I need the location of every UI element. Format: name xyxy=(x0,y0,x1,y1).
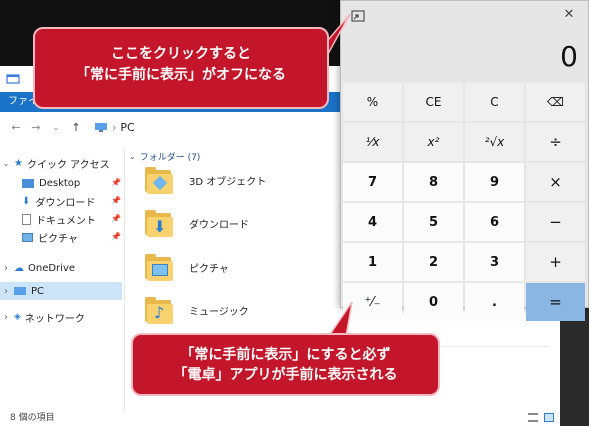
folder-pictures-icon xyxy=(143,251,175,283)
sidebar-item-network[interactable]: › ◈ ネットワーク xyxy=(0,308,85,326)
callout-always-on-top-on: 「常に手前に表示」にすると必ず 「電卓」アプリが手前に表示される xyxy=(131,333,440,396)
multiply-button[interactable]: × xyxy=(526,163,585,201)
negate-button[interactable]: ⁺⁄₋ xyxy=(343,283,402,321)
cloud-icon: ☁ xyxy=(14,262,24,274)
sidebar-item-label: ドキュメント xyxy=(36,215,96,227)
address-text: PC xyxy=(120,120,135,134)
clear-button[interactable]: C xyxy=(465,83,524,121)
sidebar-item-onedrive[interactable]: › ☁ OneDrive xyxy=(0,259,75,277)
sidebar-item-label: ピクチャ xyxy=(38,233,78,245)
picture-icon xyxy=(22,232,33,242)
star-icon: ★ xyxy=(14,157,23,169)
always-on-top-toggle-icon[interactable] xyxy=(351,10,365,22)
folders-group-header[interactable]: ⌄ フォルダー (7) xyxy=(129,150,200,163)
folder-item-pictures[interactable]: ピクチャ xyxy=(143,251,229,283)
details-view-icon[interactable] xyxy=(528,413,538,422)
percent-button[interactable]: % xyxy=(343,83,402,121)
network-icon: ◈ xyxy=(14,312,21,322)
clear-entry-button[interactable]: CE xyxy=(404,83,463,121)
status-bar: 8 個の項目 xyxy=(0,410,560,426)
reciprocal-button[interactable]: ¹⁄x xyxy=(343,123,402,161)
navigation-pane: ⌄ ★ クイック アクセス Desktop 📌 ⬇ ダウンロード 📌 ドキュメン… xyxy=(0,150,124,410)
back-arrow-icon[interactable]: ← xyxy=(8,121,24,134)
folder-item-music[interactable]: ♪ ミュージック xyxy=(143,294,249,326)
digit-6-button[interactable]: 6 xyxy=(465,203,524,241)
chevron-right-icon: › xyxy=(4,262,8,274)
square-button[interactable]: x² xyxy=(404,123,463,161)
pin-icon[interactable]: 📌 xyxy=(111,214,121,223)
sidebar-item-label: Desktop xyxy=(39,177,81,189)
add-button[interactable]: + xyxy=(526,243,585,281)
folder-item-downloads[interactable]: ⬇ ダウンロード xyxy=(143,207,249,239)
chevron-down-icon[interactable]: ⌄ xyxy=(48,123,64,132)
pc-icon xyxy=(95,122,107,132)
sidebar-item-pictures[interactable]: ピクチャ xyxy=(22,228,78,246)
folders-header-label: フォルダー (7) xyxy=(139,153,201,163)
chevron-right-icon: › xyxy=(4,285,8,297)
chevron-down-icon: ⌄ xyxy=(129,152,136,161)
digit-8-button[interactable]: 8 xyxy=(404,163,463,201)
sidebar-item-label: ダウンロード xyxy=(35,197,96,209)
divide-button[interactable]: ÷ xyxy=(526,123,585,161)
address-chevron-icon: › xyxy=(112,120,117,134)
large-icons-view-icon[interactable] xyxy=(544,413,554,422)
sidebar-item-pc[interactable]: › PC xyxy=(0,282,122,300)
calculator-titlebar: ✕ xyxy=(341,1,588,31)
pin-icon[interactable]: 📌 xyxy=(111,178,121,187)
folder-music-icon: ♪ xyxy=(143,294,175,326)
digit-4-button[interactable]: 4 xyxy=(343,203,402,241)
calculator-keypad: % CE C ⌫ ¹⁄x x² ²√x ÷ 7 8 9 × 4 5 6 − 1 … xyxy=(343,83,587,321)
folder-label: ダウンロード xyxy=(189,219,249,231)
digit-3-button[interactable]: 3 xyxy=(465,243,524,281)
status-item-count: 8 個の項目 xyxy=(10,413,55,423)
sidebar-item-label: PC xyxy=(31,285,45,297)
sidebar-item-label: OneDrive xyxy=(28,262,76,274)
chevron-down-icon: ⌄ xyxy=(2,158,10,168)
pin-icon[interactable]: 📌 xyxy=(111,196,121,205)
sidebar-item-downloads[interactable]: ⬇ ダウンロード xyxy=(22,192,95,210)
folder-download-icon: ⬇ xyxy=(143,207,175,239)
pin-icon[interactable]: 📌 xyxy=(111,232,121,241)
folder-label: ミュージック xyxy=(189,306,249,318)
square-root-button[interactable]: ²√x xyxy=(465,123,524,161)
sidebar-item-label: クイック アクセス xyxy=(26,159,110,171)
digit-2-button[interactable]: 2 xyxy=(404,243,463,281)
callout-text: 「電卓」アプリが手前に表示される xyxy=(173,367,398,383)
up-arrow-icon[interactable]: ↑ xyxy=(68,121,84,134)
download-icon: ⬇ xyxy=(22,195,31,207)
backspace-button[interactable]: ⌫ xyxy=(526,83,585,121)
forward-arrow-icon[interactable]: → xyxy=(28,121,44,134)
callout-text: 「常に手前に表示」がオフになる xyxy=(76,67,286,83)
chevron-right-icon: › xyxy=(4,311,8,323)
close-icon[interactable]: ✕ xyxy=(559,7,579,22)
digit-1-button[interactable]: 1 xyxy=(343,243,402,281)
document-icon xyxy=(22,213,31,225)
sidebar-item-documents[interactable]: ドキュメント xyxy=(22,210,96,228)
digit-0-button[interactable]: 0 xyxy=(404,283,463,321)
calculator-window: ✕ 0 % CE C ⌫ ¹⁄x x² ²√x ÷ 7 8 9 × 4 5 6 … xyxy=(340,0,589,321)
digit-5-button[interactable]: 5 xyxy=(404,203,463,241)
sidebar-item-desktop[interactable]: Desktop xyxy=(22,174,80,192)
callout-always-on-top-off: ここをクリックすると 「常に手前に表示」がオフになる xyxy=(33,27,329,109)
address-bar[interactable]: › PC xyxy=(94,121,135,134)
digit-9-button[interactable]: 9 xyxy=(465,163,524,201)
explorer-app-icon xyxy=(6,74,20,84)
sidebar-item-label: ネットワーク xyxy=(24,313,85,325)
pc-icon xyxy=(14,287,26,295)
digit-7-button[interactable]: 7 xyxy=(343,163,402,201)
folder-item-3d-objects[interactable]: 3D オブジェクト xyxy=(143,164,266,196)
equals-button[interactable]: = xyxy=(526,283,585,321)
decimal-button[interactable]: . xyxy=(465,283,524,321)
subtract-button[interactable]: − xyxy=(526,203,585,241)
calculator-display: 0 xyxy=(560,40,578,73)
sidebar-item-quick-access[interactable]: ⌄ ★ クイック アクセス xyxy=(0,154,110,172)
callout-text: ここをクリックすると xyxy=(111,46,251,62)
folder-label: 3D オブジェクト xyxy=(189,176,267,188)
folder-3d-icon xyxy=(143,164,175,196)
folder-label: ピクチャ xyxy=(189,263,229,275)
callout-text: 「常に手前に表示」にすると必ず xyxy=(180,347,391,363)
desktop-folder-icon xyxy=(22,178,34,188)
